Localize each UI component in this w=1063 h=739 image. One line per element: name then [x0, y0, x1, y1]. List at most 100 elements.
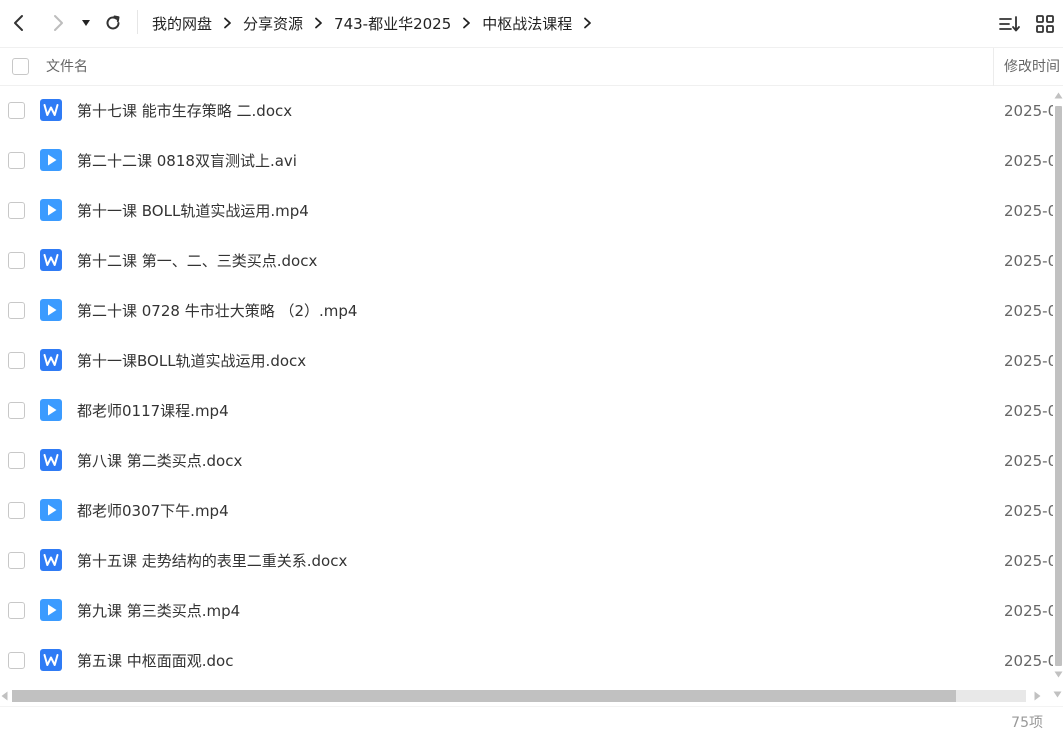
row-checkbox[interactable]	[8, 102, 25, 119]
item-count: 75项	[1011, 715, 1043, 731]
file-row[interactable]: 第二十课 0728 牛市壮大策略 （2）.mp4 2025-0	[0, 286, 1053, 336]
row-checkbox[interactable]	[8, 502, 25, 519]
file-row[interactable]: 第五课 中枢面面观.doc 2025-0	[0, 636, 1053, 686]
history-dropdown-button[interactable]	[74, 8, 98, 38]
row-checkbox[interactable]	[8, 452, 25, 469]
column-name-header[interactable]: 文件名	[46, 48, 88, 86]
file-name[interactable]: 第十五课 走势结构的表里二重关系.docx	[77, 536, 347, 586]
horizontal-scroll-track[interactable]	[12, 690, 1026, 702]
file-row[interactable]: 第十五课 走势结构的表里二重关系.docx 2025-0	[0, 536, 1053, 586]
row-checkbox[interactable]	[8, 252, 25, 269]
file-modified-time: 2025-0	[1004, 152, 1053, 170]
word-document-icon	[40, 349, 62, 371]
forward-button[interactable]	[44, 8, 72, 38]
file-row[interactable]: 都老师0307下午.mp4 2025-0	[0, 486, 1053, 536]
row-checkbox[interactable]	[8, 302, 25, 319]
file-modified-time: 2025-0	[1004, 302, 1053, 320]
chevron-left-icon	[14, 15, 23, 31]
refresh-icon	[106, 15, 120, 30]
word-document-icon	[40, 449, 62, 471]
video-file-icon	[40, 499, 62, 521]
breadcrumb-separator-icon	[223, 17, 232, 29]
word-document-icon	[40, 249, 62, 271]
column-resize-handle[interactable]	[993, 48, 994, 86]
file-name[interactable]: 第十七课 能市生存策略 二.docx	[77, 86, 292, 136]
word-document-icon	[40, 649, 62, 671]
view-toggle-button[interactable]	[1033, 12, 1057, 36]
word-document-icon	[40, 549, 62, 571]
column-header: 文件名 修改时间	[0, 47, 1063, 86]
horizontal-scrollbar[interactable]	[0, 686, 1063, 704]
file-name[interactable]: 第九课 第三类买点.mp4	[77, 586, 240, 636]
sort-list-icon	[999, 16, 1020, 32]
breadcrumb: 我的网盘 分享资源 743-都业华2025 中枢战法课程	[152, 0, 603, 46]
file-modified-time: 2025-0	[1004, 252, 1053, 270]
file-name[interactable]: 第十一课 BOLL轨道实战运用.mp4	[77, 186, 309, 236]
scroll-down-arrow-icon[interactable]	[1054, 671, 1063, 678]
breadcrumb-item-root[interactable]: 我的网盘	[152, 13, 212, 34]
file-name[interactable]: 第十一课BOLL轨道实战运用.docx	[77, 336, 306, 386]
file-name[interactable]: 第十二课 第一、二、三类买点.docx	[77, 236, 317, 286]
file-modified-time: 2025-0	[1004, 202, 1053, 220]
file-row[interactable]: 第十一课 BOLL轨道实战运用.mp4 2025-0	[0, 186, 1053, 236]
scroll-right-arrow-icon[interactable]	[1034, 691, 1041, 701]
file-row[interactable]: 第九课 第三类买点.mp4 2025-0	[0, 586, 1053, 636]
file-list: 第十七课 能市生存策略 二.docx 2025-0 第二十二课 0818双盲测试上.…	[0, 86, 1053, 686]
file-modified-time: 2025-0	[1004, 102, 1053, 120]
row-checkbox[interactable]	[8, 152, 25, 169]
video-file-icon	[40, 299, 62, 321]
breadcrumb-item-current[interactable]: 中枢战法课程	[482, 13, 572, 34]
chevron-right-icon	[54, 15, 63, 31]
sort-button[interactable]	[998, 12, 1022, 36]
vertical-scrollbar[interactable]	[1053, 88, 1063, 680]
file-row[interactable]: 都老师0117课程.mp4 2025-0	[0, 386, 1053, 436]
row-checkbox[interactable]	[8, 352, 25, 369]
file-modified-time: 2025-0	[1004, 402, 1053, 420]
breadcrumb-expand-icon[interactable]	[583, 17, 592, 29]
file-modified-time: 2025-0	[1004, 352, 1053, 370]
row-checkbox[interactable]	[8, 402, 25, 419]
toolbar: 我的网盘 分享资源 743-都业华2025 中枢战法课程	[0, 0, 1063, 46]
file-row[interactable]: 第十七课 能市生存策略 二.docx 2025-0	[0, 86, 1053, 136]
video-file-icon	[40, 149, 62, 171]
vertical-scroll-thumb[interactable]	[1055, 106, 1062, 666]
toolbar-divider	[137, 10, 138, 34]
file-name[interactable]: 第二十课 0728 牛市壮大策略 （2）.mp4	[77, 286, 357, 336]
file-row[interactable]: 第八课 第二类买点.docx 2025-0	[0, 436, 1053, 486]
file-name[interactable]: 第八课 第二类买点.docx	[77, 436, 242, 486]
select-all-checkbox[interactable]	[12, 58, 29, 75]
scroll-corner-arrow-icon	[1053, 691, 1062, 698]
breadcrumb-separator-icon	[314, 17, 323, 29]
breadcrumb-item-share[interactable]: 分享资源	[243, 13, 303, 34]
row-checkbox[interactable]	[8, 202, 25, 219]
breadcrumb-item-folder[interactable]: 743-都业华2025	[334, 13, 451, 34]
scroll-left-arrow-icon[interactable]	[1, 691, 8, 701]
row-checkbox[interactable]	[8, 602, 25, 619]
file-modified-time: 2025-0	[1004, 552, 1053, 570]
file-modified-time: 2025-0	[1004, 602, 1053, 620]
row-checkbox[interactable]	[8, 552, 25, 569]
file-modified-time: 2025-0	[1004, 452, 1053, 470]
file-row[interactable]: 第十二课 第一、二、三类买点.docx 2025-0	[0, 236, 1053, 286]
status-bar: 75项	[0, 706, 1063, 739]
horizontal-scroll-thumb[interactable]	[12, 690, 956, 702]
back-button[interactable]	[5, 8, 33, 38]
caret-down-icon	[82, 20, 90, 26]
file-name[interactable]: 第五课 中枢面面观.doc	[77, 636, 233, 686]
row-checkbox[interactable]	[8, 652, 25, 669]
grid-view-icon	[1036, 15, 1054, 33]
file-name[interactable]: 第二十二课 0818双盲测试上.avi	[77, 136, 297, 186]
file-modified-time: 2025-0	[1004, 652, 1053, 670]
video-file-icon	[40, 199, 62, 221]
file-modified-time: 2025-0	[1004, 502, 1053, 520]
video-file-icon	[40, 599, 62, 621]
file-name[interactable]: 都老师0117课程.mp4	[77, 386, 229, 436]
file-row[interactable]: 第二十二课 0818双盲测试上.avi 2025-0	[0, 136, 1053, 186]
scroll-up-arrow-icon[interactable]	[1054, 92, 1063, 99]
refresh-button[interactable]	[99, 8, 127, 38]
column-mtime-header[interactable]: 修改时间	[1004, 48, 1063, 86]
word-document-icon	[40, 99, 62, 121]
file-name[interactable]: 都老师0307下午.mp4	[77, 486, 229, 536]
breadcrumb-separator-icon	[462, 17, 471, 29]
file-row[interactable]: 第十一课BOLL轨道实战运用.docx 2025-0	[0, 336, 1053, 386]
